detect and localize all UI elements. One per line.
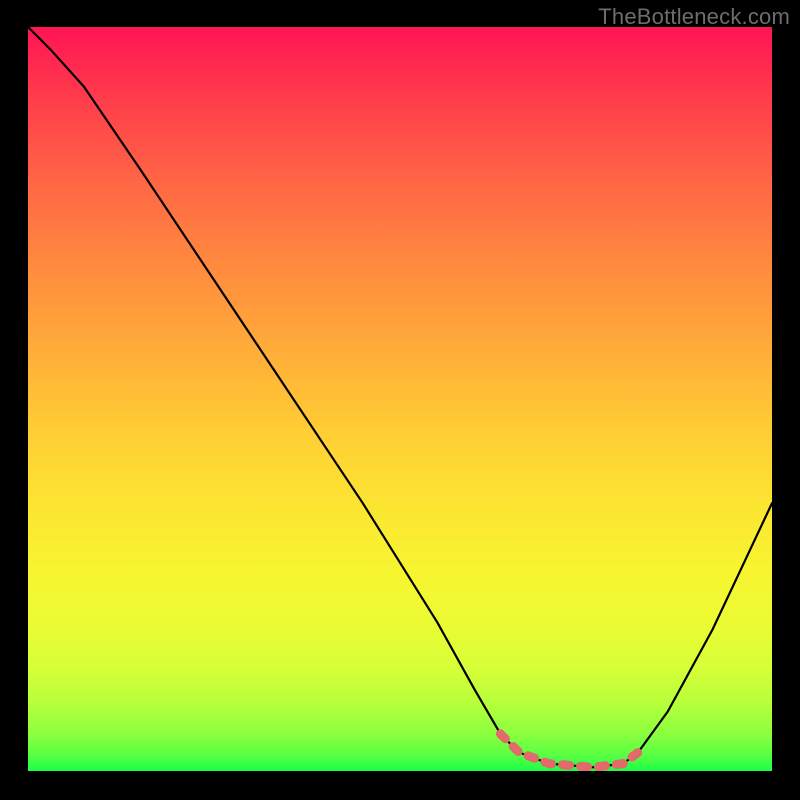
chart-svg bbox=[28, 27, 772, 771]
plot-area bbox=[28, 27, 772, 771]
watermark-text: TheBottleneck.com bbox=[598, 4, 790, 30]
main-curve bbox=[28, 27, 772, 767]
highlight-segment bbox=[500, 734, 638, 768]
chart-frame: TheBottleneck.com bbox=[0, 0, 800, 800]
